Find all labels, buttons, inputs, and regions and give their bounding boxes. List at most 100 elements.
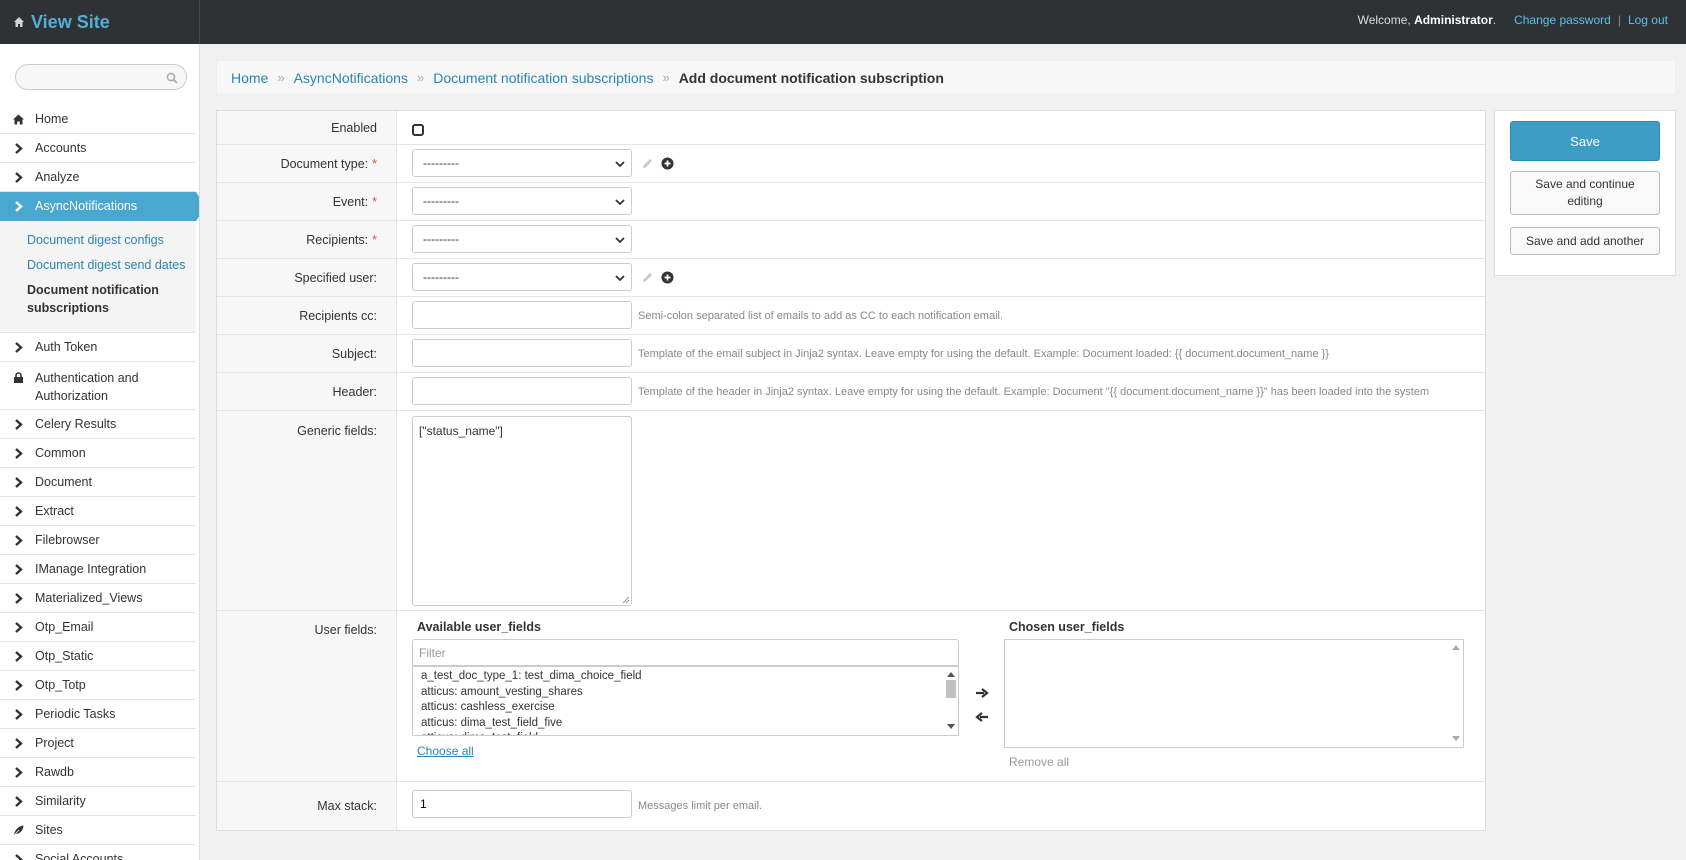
user-fields-filter-input[interactable]: Filter xyxy=(412,639,959,666)
sidebar-item-similarity[interactable]: Similarity xyxy=(0,787,196,816)
sidebar-item-label: Rawdb xyxy=(35,765,74,779)
pencil-icon[interactable] xyxy=(641,271,654,284)
field-row-recipients-cc: Recipients cc: Semi-colon separated list… xyxy=(217,297,1485,335)
chevron-right-icon xyxy=(15,708,23,720)
generic-fields-label: Generic fields: xyxy=(297,424,377,438)
chevron-right-icon xyxy=(15,795,23,807)
add-circle-icon[interactable] xyxy=(661,271,674,284)
sidebar-item-accounts[interactable]: Accounts xyxy=(0,134,196,163)
list-item[interactable]: atticus: dima_test_field_five xyxy=(413,716,958,732)
remove-all-link[interactable]: Remove all xyxy=(1009,755,1069,769)
subject-input[interactable] xyxy=(412,339,632,367)
sidebar-item-label: Home xyxy=(35,112,69,126)
sidebar-item-otp-email[interactable]: Otp_Email xyxy=(0,613,196,642)
sidebar-item-rawdb[interactable]: Rawdb xyxy=(0,758,196,787)
available-user-fields-title: Available user_fields xyxy=(417,620,541,634)
max-stack-input[interactable] xyxy=(412,790,632,818)
required-mark: * xyxy=(372,195,377,209)
sidebar-item-celery-results[interactable]: Celery Results xyxy=(0,410,196,439)
sidebar-submenu: Document digest configs Document digest s… xyxy=(0,221,196,333)
document-type-select[interactable]: --------- xyxy=(412,149,632,177)
sidebar-item-label: Social Accounts xyxy=(35,852,124,860)
sidebar-item-label: AsyncNotifications xyxy=(35,199,138,213)
sidebar-item-periodic-tasks[interactable]: Periodic Tasks xyxy=(0,700,196,729)
sidebar-subitem-document-digest-send-dates[interactable]: Document digest send dates xyxy=(27,256,196,274)
sidebar-search-input[interactable] xyxy=(24,65,164,89)
chevron-right-icon xyxy=(15,476,23,488)
change-password-link[interactable]: Change password xyxy=(1514,13,1611,27)
specified-user-value: --------- xyxy=(423,270,459,284)
scroll-down-icon[interactable] xyxy=(1452,736,1460,742)
resize-grip-icon[interactable] xyxy=(621,595,630,604)
sidebar-item-materialized-views[interactable]: Materialized_Views xyxy=(0,584,196,613)
sidebar-item-sites[interactable]: Sites xyxy=(0,816,196,845)
sidebar-item-otp-static[interactable]: Otp_Static xyxy=(0,642,196,671)
available-user-fields-list[interactable]: a_test_doc_type_1: test_dima_choice_fiel… xyxy=(412,666,959,736)
add-circle-icon[interactable] xyxy=(661,157,674,170)
home-icon xyxy=(14,17,24,27)
specified-user-select[interactable]: --------- xyxy=(412,263,632,291)
list-item[interactable]: atticus: amount_vesting_shares xyxy=(413,685,958,701)
sidebar-subitem-document-notification-subscriptions[interactable]: Document notification subscriptions xyxy=(27,281,196,317)
chevron-right-icon xyxy=(15,853,23,860)
arrow-left-icon[interactable] xyxy=(975,711,989,723)
field-row-event: Event: * --------- xyxy=(217,183,1485,221)
recipients-select[interactable]: --------- xyxy=(412,225,632,253)
sidebar-item-extract[interactable]: Extract xyxy=(0,497,196,526)
view-site-link[interactable]: View Site xyxy=(0,0,200,44)
sidebar-item-label: Otp_Totp xyxy=(35,678,86,692)
sidebar-search[interactable] xyxy=(15,64,187,90)
chosen-user-fields-list[interactable] xyxy=(1004,639,1464,748)
breadcrumb-subscriptions[interactable]: Document notification subscriptions xyxy=(433,70,653,86)
save-and-continue-button[interactable]: Save and continue editing xyxy=(1510,171,1660,215)
breadcrumb-home[interactable]: Home xyxy=(231,70,268,86)
event-label: Event: * xyxy=(332,195,377,209)
chosen-scrollbar[interactable] xyxy=(1449,640,1463,747)
sidebar-item-otp-totp[interactable]: Otp_Totp xyxy=(0,671,196,700)
save-button[interactable]: Save xyxy=(1510,121,1660,161)
list-item[interactable]: atticus: cashless_exercise xyxy=(413,700,958,716)
available-scrollbar[interactable] xyxy=(944,667,958,735)
scroll-down-icon[interactable] xyxy=(947,724,955,730)
arrow-right-icon[interactable] xyxy=(975,687,989,699)
chevron-down-icon xyxy=(615,199,625,206)
sidebar-item-analyze[interactable]: Analyze xyxy=(0,163,196,192)
sidebar-item-authentication-and-authorization[interactable]: Authentication and Authorization xyxy=(0,362,196,410)
sidebar-item-document[interactable]: Document xyxy=(0,468,196,497)
sidebar-item-common[interactable]: Common xyxy=(0,439,196,468)
scroll-up-icon[interactable] xyxy=(1452,644,1460,650)
scroll-up-icon[interactable] xyxy=(947,671,955,677)
pencil-icon[interactable] xyxy=(641,157,654,170)
generic-fields-textarea[interactable]: ["status_name"] xyxy=(412,416,632,606)
chevron-right-icon xyxy=(15,200,23,212)
list-item[interactable]: a_test_doc_type_1: test_dima_choice_fiel… xyxy=(413,669,958,685)
sidebar-item-label: IManage Integration xyxy=(35,562,147,576)
choose-all-link[interactable]: Choose all xyxy=(417,744,474,758)
sidebar-item-label: Project xyxy=(35,736,74,750)
sidebar-item-asyncnotifications[interactable]: AsyncNotifications xyxy=(0,192,199,221)
scroll-thumb[interactable] xyxy=(946,680,956,699)
sidebar-item-filebrowser[interactable]: Filebrowser xyxy=(0,526,196,555)
list-item[interactable]: atticus: dima_test_field xyxy=(413,731,958,735)
search-icon[interactable] xyxy=(166,72,178,84)
event-select[interactable]: --------- xyxy=(412,187,632,215)
header-input[interactable] xyxy=(412,377,632,405)
recipients-cc-input[interactable] xyxy=(412,301,632,329)
breadcrumb-separator: » xyxy=(416,70,425,85)
sidebar-item-social-accounts[interactable]: Social Accounts xyxy=(0,845,196,860)
breadcrumb-asyncnotifications[interactable]: AsyncNotifications xyxy=(294,70,408,86)
sidebar: Home Accounts Analyze AsyncNotifications Doc… xyxy=(0,44,200,860)
sidebar-item-auth-token[interactable]: Auth Token xyxy=(0,333,196,362)
save-and-add-another-button[interactable]: Save and add another xyxy=(1510,227,1660,255)
sidebar-subitem-document-digest-configs[interactable]: Document digest configs xyxy=(27,231,196,249)
enabled-checkbox[interactable] xyxy=(412,124,424,136)
event-value: --------- xyxy=(423,194,459,208)
logout-link[interactable]: Log out xyxy=(1628,13,1668,27)
field-row-document-type: Document type: * --------- xyxy=(217,145,1485,183)
header-label: Header: xyxy=(332,385,377,399)
chevron-right-icon xyxy=(15,418,23,430)
sidebar-item-home[interactable]: Home xyxy=(0,105,196,134)
sidebar-item-project[interactable]: Project xyxy=(0,729,196,758)
field-row-user-fields: User fields: Available user_fields Filte… xyxy=(217,611,1485,782)
sidebar-item-imanage-integration[interactable]: IManage Integration xyxy=(0,555,196,584)
